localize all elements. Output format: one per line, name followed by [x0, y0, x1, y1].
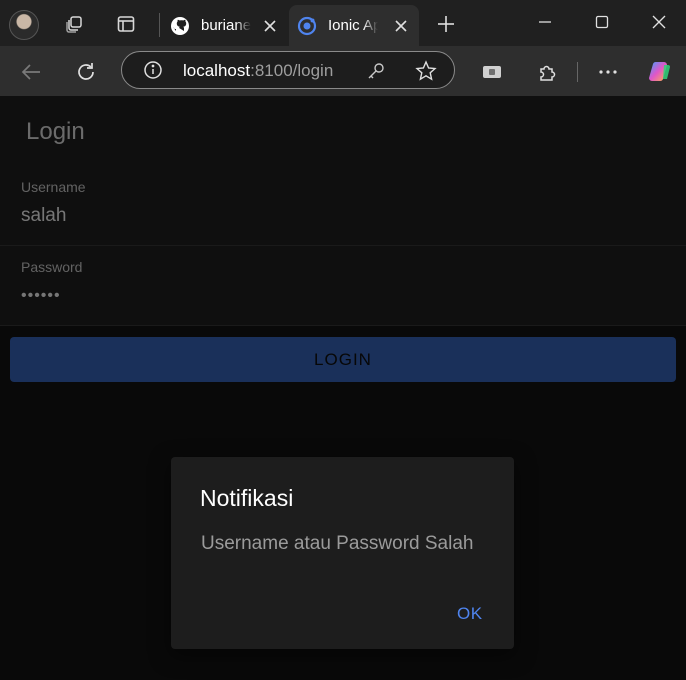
url-host: localhost — [183, 61, 251, 80]
extension-app-icon[interactable] — [479, 59, 505, 85]
close-icon[interactable] — [391, 16, 411, 36]
ionic-icon — [297, 16, 317, 36]
tab-title: buriane/ — [201, 17, 251, 34]
tab-separator — [159, 13, 160, 37]
copilot-icon[interactable] — [647, 59, 673, 85]
alert-message: Username atau Password Salah — [201, 533, 474, 554]
github-icon — [170, 16, 190, 36]
vertical-tabs-icon[interactable] — [114, 12, 138, 36]
new-tab-icon[interactable] — [434, 12, 458, 36]
site-info-icon[interactable] — [143, 60, 163, 85]
alert-dialog: Notifikasi Username atau Password Salah … — [171, 457, 514, 649]
profile-avatar[interactable] — [9, 10, 39, 40]
app-page: Login Username salah Password •••••• LOG… — [0, 96, 686, 680]
url-text[interactable]: localhost:8100/login — [183, 61, 333, 81]
tab-title: Ionic Ap — [328, 17, 378, 34]
workspaces-icon[interactable] — [62, 12, 86, 36]
minimize-icon[interactable] — [531, 10, 559, 34]
favorite-star-icon[interactable] — [415, 60, 437, 87]
back-icon[interactable] — [18, 59, 44, 85]
url-path: :8100/login — [250, 61, 334, 80]
window-close-icon[interactable] — [645, 10, 673, 34]
maximize-icon[interactable] — [588, 10, 616, 34]
address-bar[interactable]: localhost:8100/login — [121, 51, 455, 89]
tab-github[interactable]: buriane/ — [162, 5, 288, 46]
toolbar-divider — [577, 62, 578, 82]
extensions-icon[interactable] — [534, 59, 560, 85]
browser-toolbar: localhost:8100/login — [0, 46, 686, 96]
alert-title: Notifikasi — [200, 485, 294, 511]
close-icon[interactable] — [260, 16, 280, 36]
alert-ok-button[interactable]: OK — [449, 600, 491, 628]
tab-ionic-app[interactable]: Ionic Ap — [289, 5, 419, 46]
tab-strip: buriane/ Ionic Ap — [0, 0, 686, 46]
key-icon[interactable] — [366, 61, 386, 86]
more-menu-icon[interactable] — [595, 59, 621, 85]
refresh-icon[interactable] — [73, 59, 99, 85]
